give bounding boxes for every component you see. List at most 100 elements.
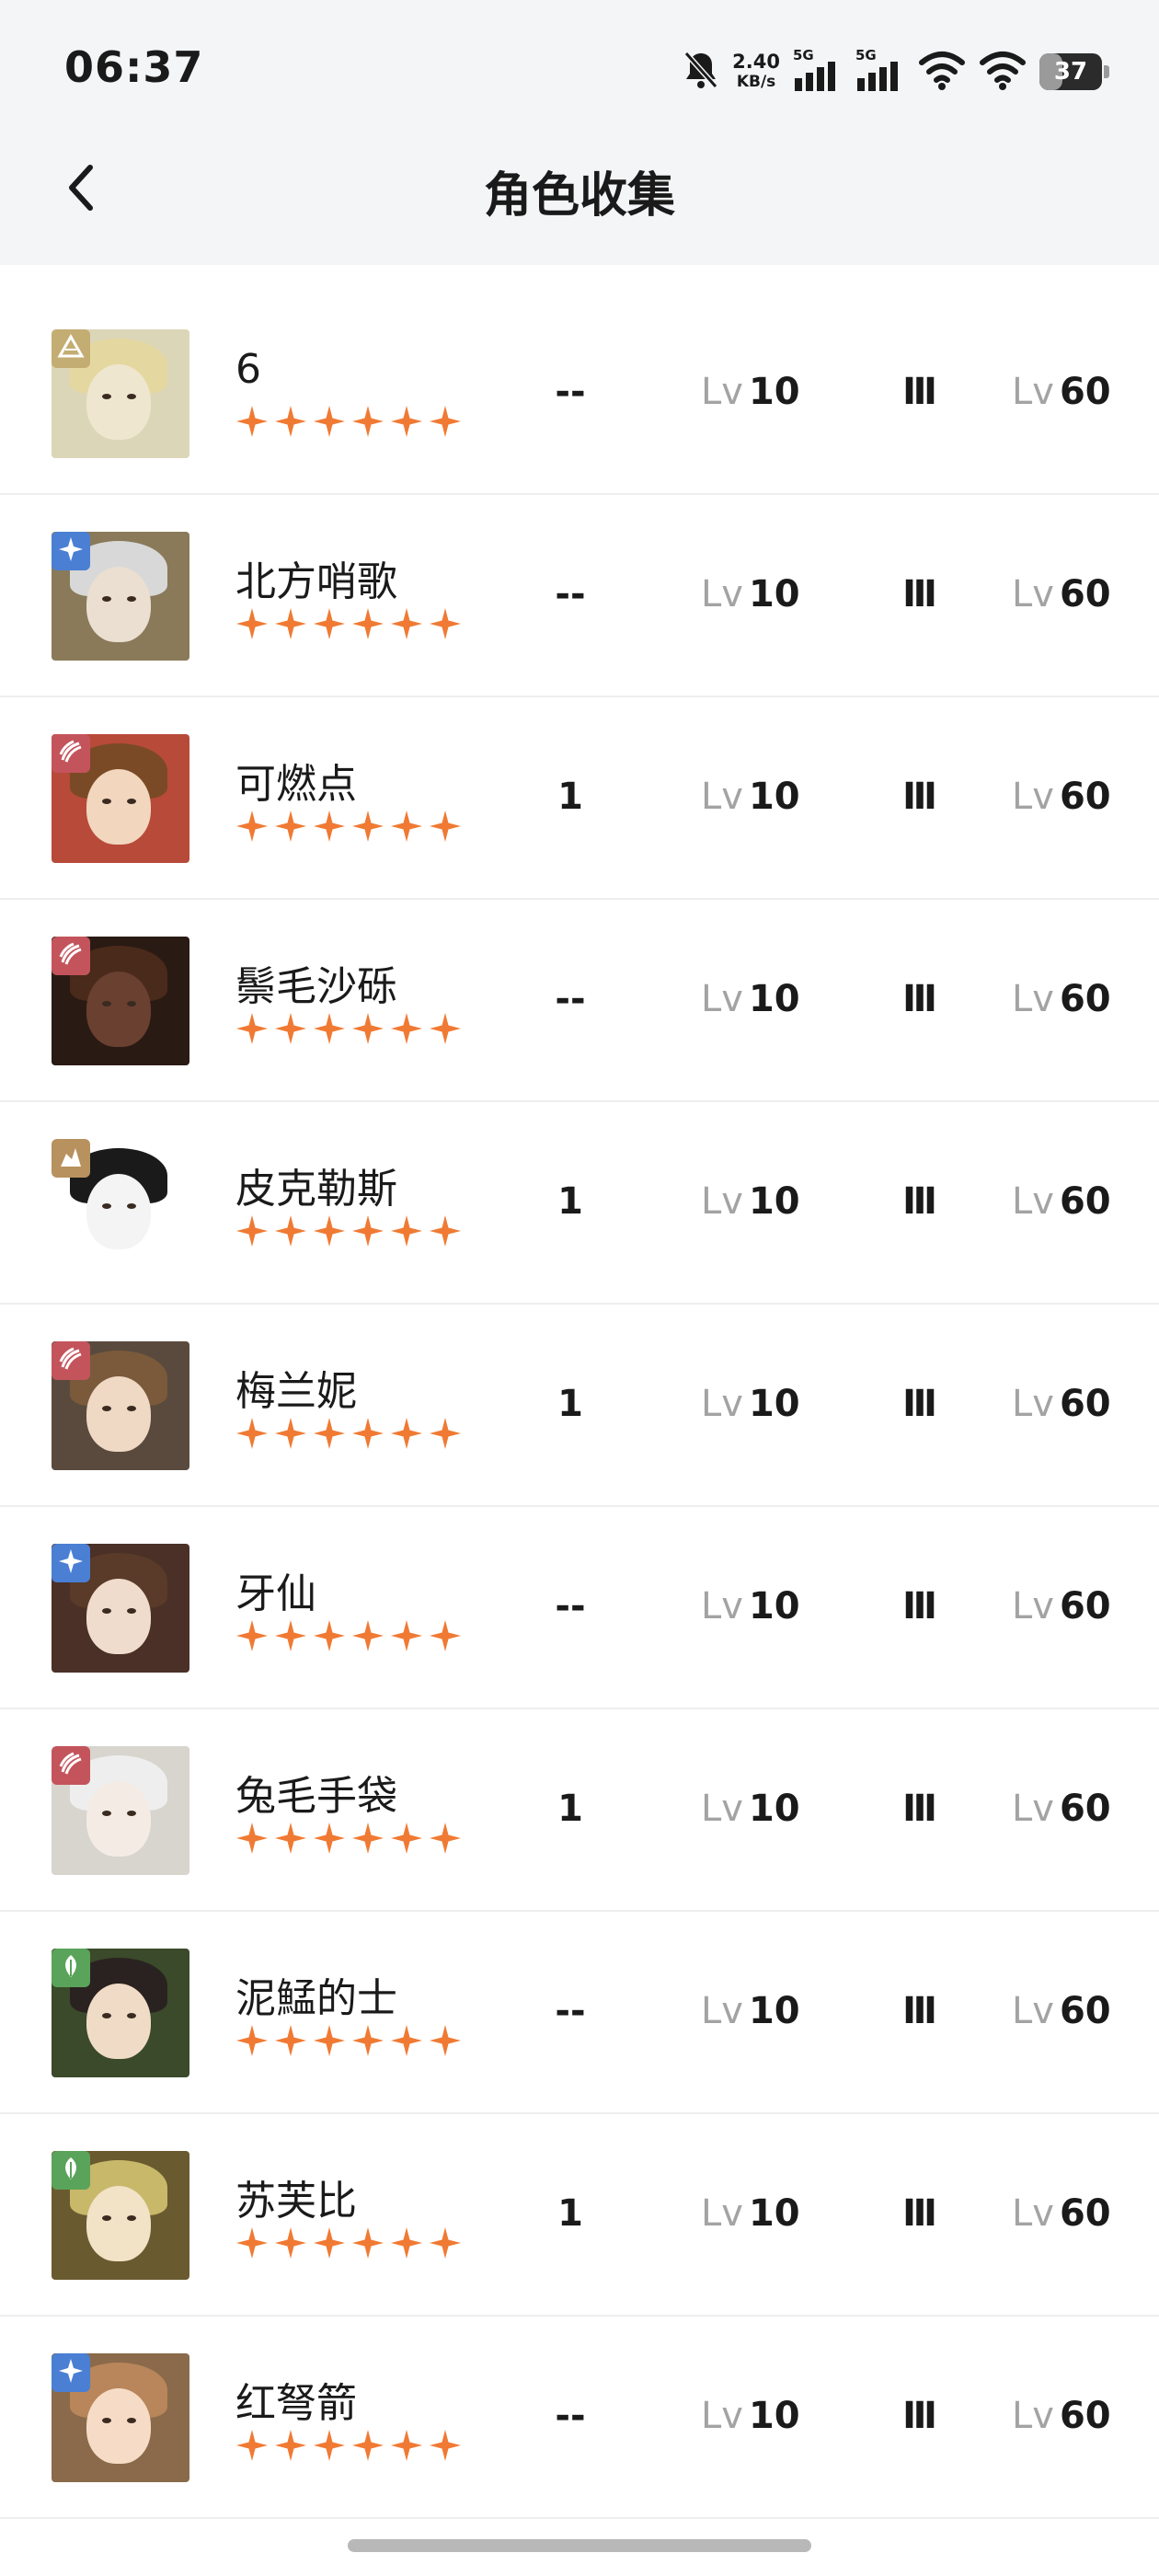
max-level: Lv 60 [1012, 1790, 1150, 1827]
copies-count: 1 [557, 1180, 583, 1223]
rarity-star-icon [313, 810, 346, 843]
level-prefix: Lv [701, 2395, 743, 2437]
rarity-star-icon [429, 405, 462, 438]
rarity-star-icon [390, 810, 423, 843]
leaf-icon [57, 1952, 85, 1984]
rarity-star-icon [313, 607, 346, 640]
level-prefix: Lv [701, 1585, 743, 1627]
rarity-star-icon [313, 1417, 346, 1450]
rarity-star-icon [390, 2024, 423, 2057]
character-row[interactable]: 牙仙 -- Lv 10 Ⅲ Lv 60 [0, 1507, 1159, 1709]
current-level: Lv 10 [701, 576, 857, 613]
character-name: 6 [235, 346, 261, 393]
max-level: Lv 60 [1012, 778, 1150, 815]
rarity-star-icon [274, 1214, 307, 1248]
character-row[interactable]: 苏芙比 1 Lv 10 Ⅲ Lv 60 [0, 2114, 1159, 2317]
rarity-star-icon [313, 1012, 346, 1045]
home-indicator[interactable] [348, 2539, 811, 2552]
rarity-star-icon [390, 1214, 423, 1248]
level-prefix: Lv [701, 1383, 743, 1425]
rarity-star-icon [235, 1417, 269, 1450]
rarity-star-icon [313, 1822, 346, 1855]
insight-rank: Ⅲ [902, 2395, 937, 2437]
character-portrait [52, 1341, 189, 1470]
rarity-star-icon [429, 1214, 462, 1248]
max-level-value: 60 [1059, 1180, 1111, 1223]
character-row[interactable]: 6 -- Lv 10 Ⅲ Lv 60 [0, 293, 1159, 495]
top-area: 06:37 2.40 KB/s 5G 5G 37 角色收集 [0, 0, 1159, 265]
character-row[interactable]: 皮克勒斯 1 Lv 10 Ⅲ Lv 60 [0, 1102, 1159, 1305]
wifi-2-icon [979, 50, 1027, 94]
character-row[interactable]: 红弩箭 -- Lv 10 Ⅲ Lv 60 [0, 2317, 1159, 2519]
max-level-prefix: Lv [1012, 1383, 1054, 1425]
copies-count: -- [555, 978, 586, 1020]
character-name: 北方哨歌 [235, 558, 397, 605]
rarity-star-icon [351, 2429, 384, 2462]
max-level-prefix: Lv [1012, 371, 1054, 413]
claw-icon [57, 940, 85, 972]
level-value: 10 [748, 1585, 800, 1627]
element-badge [52, 1139, 90, 1178]
element-badge [52, 1746, 90, 1785]
level-prefix: Lv [701, 2192, 743, 2235]
insight-rank: Ⅲ [902, 371, 937, 413]
rarity-star-icon [429, 1822, 462, 1855]
max-level: Lv 60 [1012, 1993, 1150, 2030]
rarity-star-icon [429, 1417, 462, 1450]
character-row[interactable]: 鬃毛沙砾 -- Lv 10 Ⅲ Lv 60 [0, 900, 1159, 1102]
character-portrait [52, 734, 189, 863]
rarity-star-icon [274, 607, 307, 640]
mute-bell-icon [683, 50, 719, 94]
rarity-star-icon [274, 810, 307, 843]
character-portrait [52, 2151, 189, 2280]
nav-bar: 角色收集 [0, 138, 1159, 265]
max-level-prefix: Lv [1012, 1788, 1054, 1830]
element-badge [52, 1544, 90, 1582]
character-name: 可燃点 [235, 761, 357, 808]
rarity-star-icon [351, 607, 384, 640]
element-badge [52, 2353, 90, 2392]
max-level-prefix: Lv [1012, 2395, 1054, 2437]
current-level: Lv 10 [701, 981, 857, 1018]
character-name: 兔毛手袋 [235, 1773, 397, 1820]
status-icons: 2.40 KB/s 5G 5G 37 [683, 44, 1109, 99]
rarity-stars [235, 1417, 462, 1450]
max-level-prefix: Lv [1012, 1990, 1054, 2032]
claw-icon [57, 738, 85, 769]
pyramid-icon [57, 333, 85, 364]
status-time: 06:37 [64, 42, 204, 92]
rarity-star-icon [274, 405, 307, 438]
spark-icon [57, 1547, 85, 1579]
character-portrait [52, 532, 189, 661]
character-portrait [52, 329, 189, 458]
rarity-star-icon [274, 2024, 307, 2057]
character-portrait [52, 1139, 189, 1268]
max-level-prefix: Lv [1012, 1585, 1054, 1627]
level-value: 10 [748, 1788, 800, 1830]
max-level-value: 60 [1059, 2395, 1111, 2437]
rarity-star-icon [351, 810, 384, 843]
character-row[interactable]: 可燃点 1 Lv 10 Ⅲ Lv 60 [0, 697, 1159, 900]
current-level: Lv 10 [701, 778, 857, 815]
character-row[interactable]: 泥鯭的士 -- Lv 10 Ⅲ Lv 60 [0, 1912, 1159, 2114]
rarity-stars [235, 1619, 462, 1652]
max-level-prefix: Lv [1012, 978, 1054, 1020]
level-prefix: Lv [701, 1180, 743, 1223]
claw-icon [57, 1345, 85, 1376]
insight-rank: Ⅲ [902, 1180, 937, 1223]
max-level-prefix: Lv [1012, 2192, 1054, 2235]
max-level: Lv 60 [1012, 1386, 1150, 1422]
character-portrait [52, 2353, 189, 2482]
spark-icon [57, 535, 85, 567]
level-prefix: Lv [701, 573, 743, 615]
rarity-star-icon [235, 2226, 269, 2260]
character-name: 苏芙比 [235, 2178, 357, 2225]
max-level-value: 60 [1059, 1383, 1111, 1425]
character-row[interactable]: 梅兰妮 1 Lv 10 Ⅲ Lv 60 [0, 1305, 1159, 1507]
copies-count: 1 [557, 1383, 583, 1425]
character-row[interactable]: 兔毛手袋 1 Lv 10 Ⅲ Lv 60 [0, 1709, 1159, 1912]
rarity-star-icon [274, 2429, 307, 2462]
level-value: 10 [748, 2395, 800, 2437]
signal-2-label: 5G [855, 47, 877, 63]
character-row[interactable]: 北方哨歌 -- Lv 10 Ⅲ Lv 60 [0, 495, 1159, 697]
